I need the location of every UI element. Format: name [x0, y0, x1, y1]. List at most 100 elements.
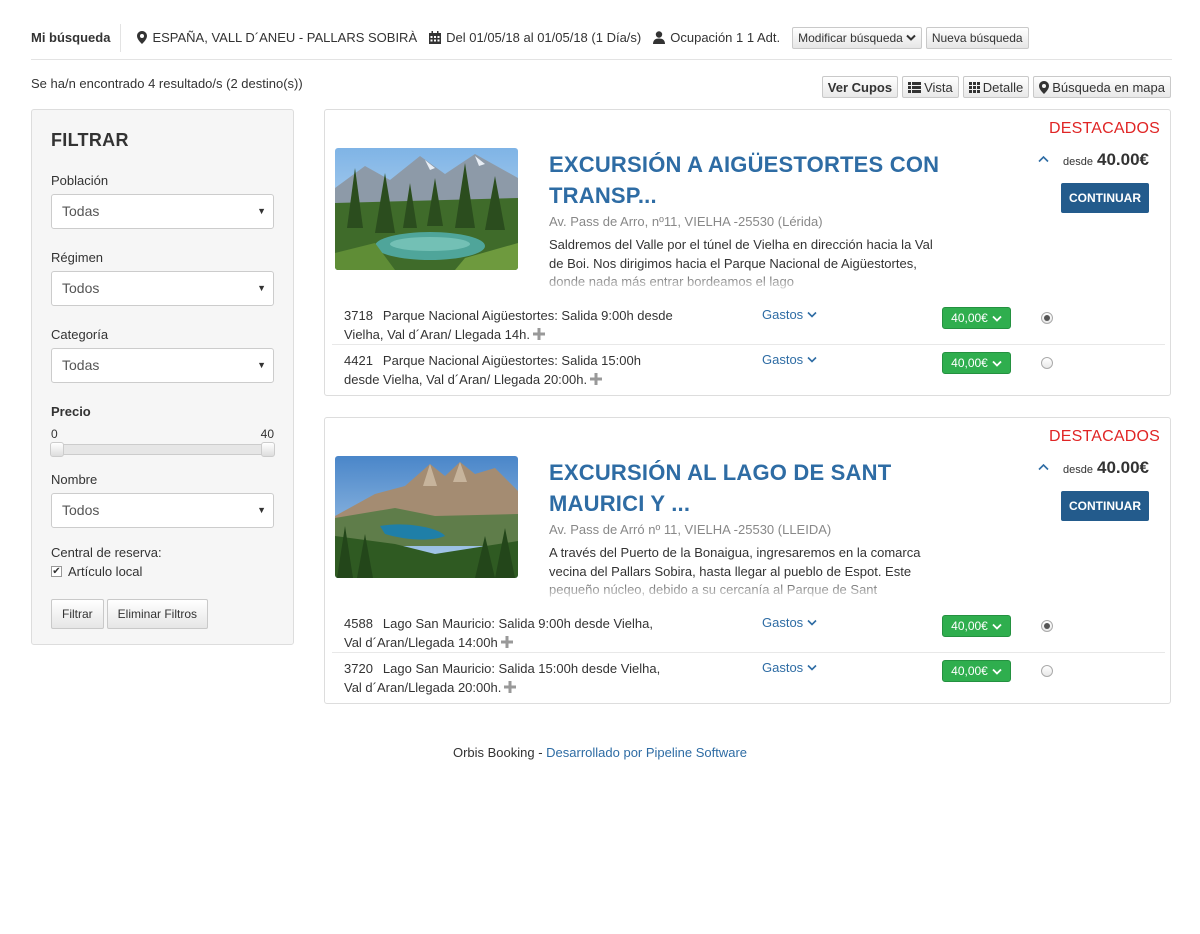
plus-icon[interactable] — [504, 680, 517, 693]
caret-down-icon: ▼ — [257, 206, 266, 216]
rate-description: 3720 Lago San Mauricio: Salida 15:00h des… — [344, 660, 674, 697]
price-slider-min-handle[interactable] — [50, 442, 64, 457]
chevron-up-icon[interactable] — [1038, 463, 1049, 471]
rate-description: 3718 Parque Nacional Aigüestortes: Salida… — [344, 307, 674, 344]
poblacion-select[interactable]: Todas ▼ — [51, 194, 274, 229]
desde-label: desde — [1063, 464, 1093, 476]
price-slider-max-handle[interactable] — [261, 442, 275, 457]
price-range-values: 0 40 — [51, 427, 274, 441]
poblacion-label: Población — [51, 173, 109, 188]
detail-view-button[interactable]: Detalle — [962, 76, 1030, 98]
excursion-description: Saldremos del Valle por el túnel de Viel… — [549, 237, 933, 289]
rate-description: 4421 Parque Nacional Aigüestortes: Salida… — [344, 352, 674, 389]
rate-row: 3718 Parque Nacional Aigüestortes: Salida… — [332, 300, 1165, 344]
plus-icon[interactable] — [533, 327, 545, 340]
search-summary-bar: Mi búsqueda ESPAÑA, VALL D´ANEU - PALLAR… — [31, 16, 1172, 60]
rate-text: Lago San Mauricio: Salida 15:00h desde V… — [344, 661, 661, 695]
chevron-down-icon — [807, 664, 817, 671]
chevron-down-icon — [992, 623, 1002, 630]
continuar-button[interactable]: CONTINUAR — [1061, 183, 1149, 213]
categoria-select[interactable]: Todas ▼ — [51, 348, 274, 383]
search-occupancy-text: Ocupación 1 1 Adt. — [670, 30, 781, 45]
price-min: 0 — [51, 427, 58, 441]
rate-price-button[interactable]: 40,00€ — [942, 352, 1011, 374]
filter-title: FILTRAR — [51, 130, 129, 150]
excursion-title[interactable]: EXCURSIÓN AL LAGO DE SANT MAURICI Y ... — [549, 457, 949, 519]
filtrar-button[interactable]: Filtrar — [51, 599, 104, 629]
central-label: Central de reserva: — [51, 545, 162, 560]
excursion-address: Av. Pass de Arró nº 11, VIELHA -25530 (L… — [549, 522, 832, 537]
footer-brand: Orbis Booking - — [452, 745, 547, 760]
view-toolbar: Ver Cupos Vista Detalle Búsqueda en mapa — [821, 76, 1171, 98]
filter-actions: Filtrar Eliminar Filtros — [51, 599, 274, 629]
chevron-up-icon[interactable] — [1038, 155, 1049, 163]
rate-price-button[interactable]: 40,00€ — [942, 307, 1011, 329]
search-location-text: ESPAÑA, VALL D´ANEU - PALLARS SOBIRÀ — [152, 30, 418, 45]
rate-radio[interactable] — [1041, 312, 1053, 324]
rate-price-button[interactable]: 40,00€ — [942, 660, 1011, 682]
gastos-toggle[interactable]: Gastos — [762, 615, 817, 630]
ver-cupos-button[interactable]: Ver Cupos — [821, 76, 899, 98]
excursion-description: A través del Puerto de la Bonaigua, ingr… — [549, 545, 921, 597]
excursion-thumbnail[interactable] — [335, 456, 518, 578]
eliminar-filtros-button[interactable]: Eliminar Filtros — [106, 599, 209, 629]
chevron-down-icon — [807, 356, 817, 363]
rate-price: 40,00€ — [951, 619, 988, 633]
result-card: DESTACADOS EXCURSIÓN A AIGÜESTORTES CON … — [324, 109, 1171, 396]
mountain-lake-photo — [335, 456, 518, 578]
chevron-down-icon — [807, 311, 817, 318]
gastos-toggle[interactable]: Gastos — [762, 352, 817, 367]
list-icon — [908, 81, 922, 93]
plus-icon[interactable] — [500, 635, 513, 648]
price-summary: desde 40.00€ — [1038, 150, 1149, 170]
rate-price: 40,00€ — [951, 356, 988, 370]
rate-description: 4588 Lago San Mauricio: Salida 9:00h desd… — [344, 615, 674, 652]
footer-developer-link[interactable]: Desarrollado por Pipeline Software — [546, 745, 747, 760]
rate-text: Parque Nacional Aigüestortes: Salida 9:0… — [344, 308, 673, 342]
search-location: ESPAÑA, VALL D´ANEU - PALLARS SOBIRÀ — [137, 30, 417, 45]
modify-search-button[interactable]: Modificar búsqueda — [792, 26, 922, 49]
regimen-select[interactable]: Todos ▼ — [51, 271, 274, 306]
price-slider[interactable] — [50, 442, 275, 457]
continuar-button[interactable]: CONTINUAR — [1061, 491, 1149, 521]
rate-radio[interactable] — [1041, 620, 1053, 632]
new-search-button[interactable]: Nueva búsqueda — [925, 26, 1029, 49]
rate-text: Lago San Mauricio: Salida 9:00h desde Vi… — [344, 616, 653, 650]
rate-radio[interactable] — [1041, 665, 1053, 677]
precio-label: Precio — [51, 404, 91, 419]
map-marker-icon — [137, 31, 148, 44]
rate-price: 40,00€ — [951, 311, 988, 325]
rate-code: 3718 — [344, 308, 373, 323]
caret-down-icon: ▼ — [257, 283, 266, 293]
gastos-label: Gastos — [762, 352, 804, 367]
gastos-toggle[interactable]: Gastos — [762, 660, 817, 675]
user-icon — [653, 31, 666, 44]
gastos-toggle[interactable]: Gastos — [762, 307, 817, 322]
rate-code: 4588 — [344, 616, 373, 631]
price-value: 40.00€ — [1097, 458, 1149, 477]
nombre-value: Todos — [62, 502, 100, 518]
list-view-button[interactable]: Vista — [902, 76, 959, 98]
rate-code: 3720 — [344, 661, 373, 676]
articulo-local-checkbox[interactable]: ✔ — [51, 566, 62, 577]
rate-price: 40,00€ — [951, 664, 988, 678]
chevron-down-icon — [906, 34, 916, 41]
lake-forest-photo — [335, 148, 518, 270]
chevron-down-icon — [992, 668, 1002, 675]
gastos-label: Gastos — [762, 660, 804, 675]
plus-icon[interactable] — [590, 372, 603, 385]
rate-price-button[interactable]: 40,00€ — [942, 615, 1011, 637]
articulo-local-option[interactable]: ✔ Artículo local — [51, 564, 274, 579]
gastos-label: Gastos — [762, 615, 804, 630]
list-view-label: Vista — [924, 79, 953, 95]
articulo-local-label: Artículo local — [68, 564, 143, 579]
map-search-button[interactable]: Búsqueda en mapa — [1033, 76, 1171, 98]
excursion-title[interactable]: EXCURSIÓN A AIGÜESTORTES CON TRANSP... — [549, 149, 949, 211]
excursion-thumbnail[interactable] — [335, 148, 518, 270]
result-card: DESTACADOS EXCURSIÓN AL LAGO DE SANT MAU… — [324, 417, 1171, 704]
destacados-badge: DESTACADOS — [1048, 120, 1160, 137]
page: Mi búsqueda ESPAÑA, VALL D´ANEU - PALLAR… — [0, 0, 1200, 934]
price-summary: desde 40.00€ — [1038, 458, 1149, 478]
nombre-select[interactable]: Todos ▼ — [51, 493, 274, 528]
rate-radio[interactable] — [1041, 357, 1053, 369]
